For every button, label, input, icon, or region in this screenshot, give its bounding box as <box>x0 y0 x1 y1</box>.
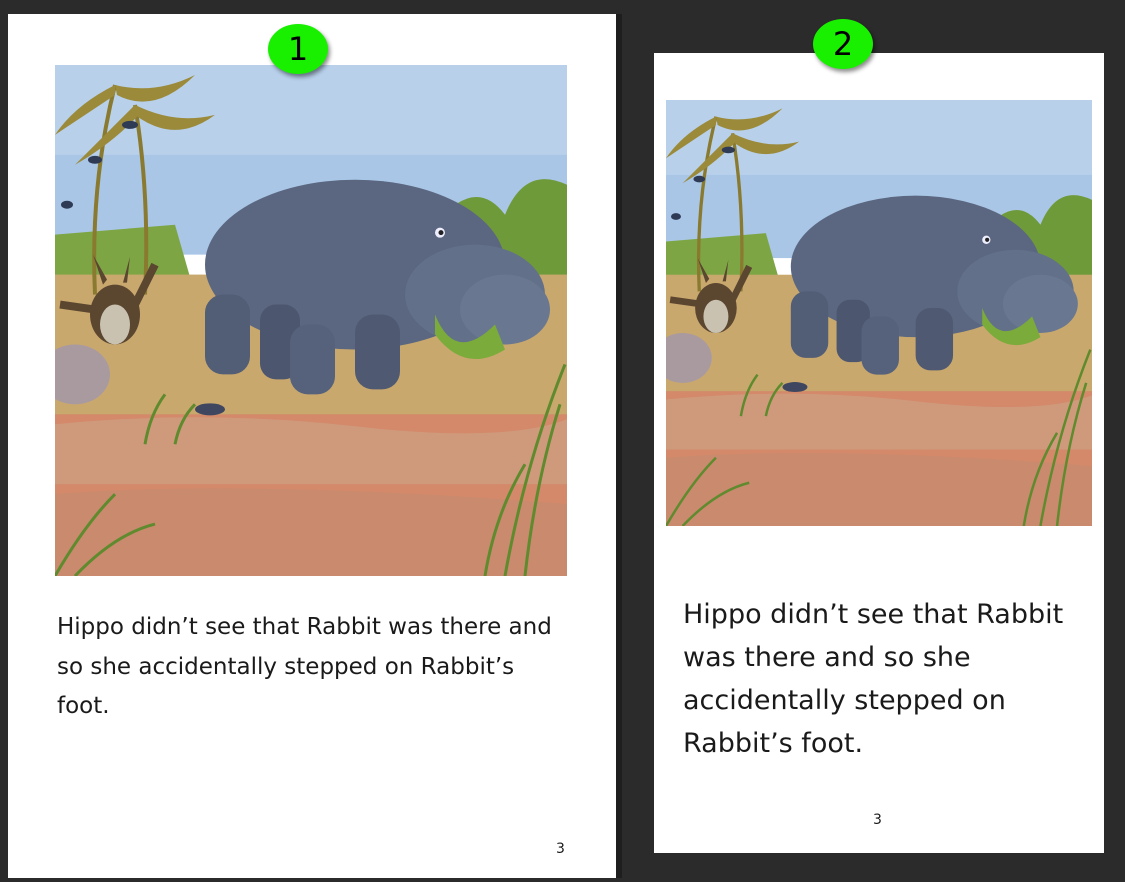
page-number: 3 <box>873 812 882 828</box>
book-page-version-1: Hippo didn’t see that Rabbit was there a… <box>8 14 622 878</box>
story-text: Hippo didn’t see that Rabbit was there a… <box>683 599 1064 759</box>
book-page-version-2: Hippo didn’t see that Rabbit was there a… <box>654 53 1104 853</box>
story-text: Hippo didn’t see that Rabbit was there a… <box>57 614 552 719</box>
version-badge-2: 2 <box>813 19 873 69</box>
hippo-rabbit-illustration <box>666 100 1092 526</box>
page-number: 3 <box>556 841 565 857</box>
version-badge-1: 1 <box>268 24 328 74</box>
hippo-rabbit-illustration <box>55 65 567 576</box>
